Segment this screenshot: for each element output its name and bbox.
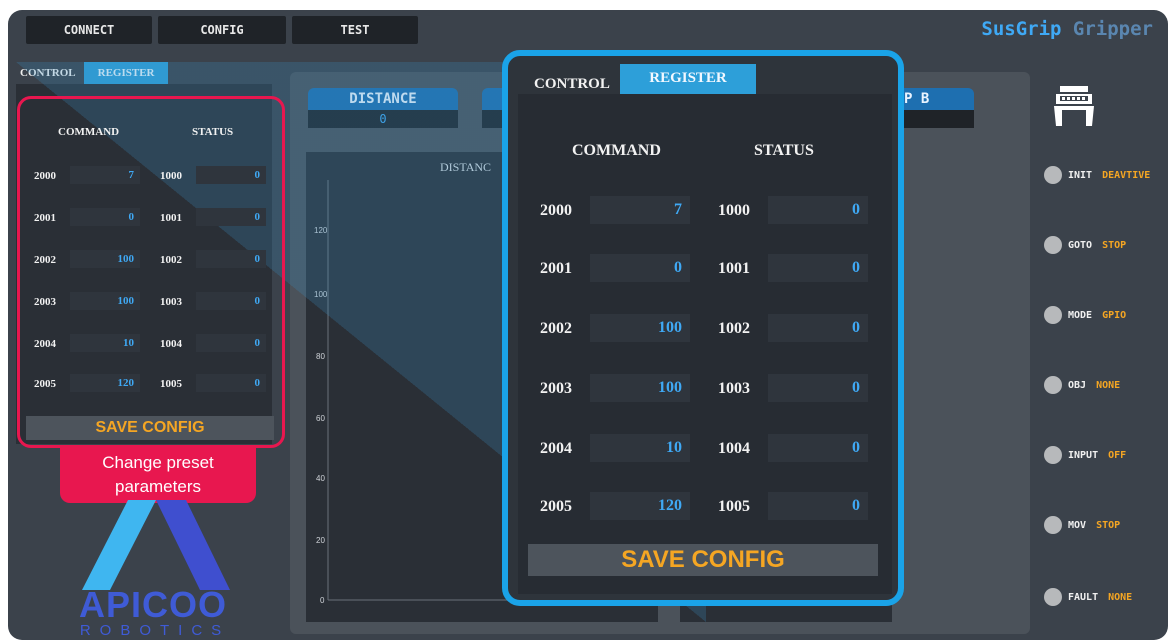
status-indicator-dot: [1044, 236, 1062, 254]
command-value-input[interactable]: 120: [590, 492, 690, 520]
status-value: 0: [768, 196, 868, 224]
test-button[interactable]: TEST: [292, 16, 418, 44]
status-value: STOP: [1096, 519, 1121, 531]
y-tick-120: 120: [314, 226, 328, 235]
distance-metric: DISTANCE 0: [308, 88, 458, 128]
gripper-icon: [1054, 86, 1094, 126]
b-metric-label: P B: [900, 88, 974, 110]
command-value-input[interactable]: 100: [590, 374, 690, 402]
command-value-input[interactable]: 7: [590, 196, 690, 224]
b-metric: P B: [900, 88, 974, 128]
status-indicator-dot: [1044, 446, 1062, 464]
chart-title-left: DISTANC: [440, 160, 492, 174]
status-indicator-dot: [1044, 588, 1062, 606]
command-id: 2005: [540, 498, 572, 515]
status-value: 0: [768, 374, 868, 402]
status-input: INPUT OFF: [1044, 446, 1126, 464]
y-tick-100: 100: [314, 290, 328, 299]
status-value: 0: [768, 254, 868, 282]
command-value-input[interactable]: 10: [590, 434, 690, 462]
y-tick-40: 40: [316, 474, 325, 483]
config-button[interactable]: CONFIG: [158, 16, 286, 44]
status-key: MOV: [1068, 519, 1087, 531]
left-tabs: CONTROL REGISTER: [16, 62, 169, 84]
status-key: FAULT: [1068, 591, 1099, 603]
status-value: 0: [768, 492, 868, 520]
status-indicator-dot: [1044, 376, 1062, 394]
callout-label: Change preset parameters: [60, 445, 256, 503]
command-value-input[interactable]: 100: [590, 314, 690, 342]
brand-name-part1: SusGrip: [981, 18, 1062, 40]
status-value: GPIO: [1102, 309, 1127, 321]
b-metric-value: [900, 110, 974, 128]
callout-line-1: Change preset: [102, 453, 214, 472]
y-tick-80: 80: [316, 352, 325, 361]
status-indicator-dot: [1044, 516, 1062, 534]
status-mov: MOV STOP: [1044, 516, 1120, 534]
status-key: INIT: [1068, 169, 1093, 181]
status-value: STOP: [1102, 239, 1127, 251]
status-id: 1000: [718, 202, 750, 219]
status-key: INPUT: [1068, 449, 1099, 461]
column-header-command: COMMAND: [572, 142, 661, 159]
status-goto: GOTO STOP: [1044, 236, 1126, 254]
tab-register[interactable]: REGISTER: [83, 62, 169, 84]
column-header-status: STATUS: [754, 142, 814, 159]
logo-name: APICOO: [78, 584, 227, 625]
status-obj: OBJ NONE: [1044, 376, 1120, 394]
tab-register[interactable]: REGISTER: [620, 64, 756, 98]
command-id: 2002: [540, 320, 572, 337]
logo-subtitle: ROBOTICS: [79, 622, 231, 639]
status-key: MODE: [1068, 309, 1093, 321]
status-value: OFF: [1108, 449, 1127, 461]
command-id: 2000: [540, 202, 572, 219]
status-mode: MODE GPIO: [1044, 306, 1126, 324]
status-id: 1004: [718, 440, 750, 457]
status-fault: FAULT NONE: [1044, 588, 1132, 606]
status-value: 0: [768, 314, 868, 342]
distance-value: 0: [308, 110, 458, 128]
brand-name-part2: Gripper: [1072, 18, 1153, 40]
status-indicator-dot: [1044, 166, 1062, 184]
command-value-input[interactable]: 0: [590, 254, 690, 282]
status-value: 0: [768, 434, 868, 462]
distance-label: DISTANCE: [308, 88, 458, 110]
status-id: 1002: [718, 320, 750, 337]
connect-button[interactable]: CONNECT: [26, 16, 152, 44]
status-init: INIT DEAVTIVE: [1044, 166, 1150, 184]
callout-line-2: parameters: [115, 477, 201, 496]
brand-title: SusGrip Gripper: [981, 18, 1153, 40]
status-id: 1005: [718, 498, 750, 515]
command-id: 2003: [540, 380, 572, 397]
y-tick-20: 20: [316, 536, 325, 545]
status-value: NONE: [1108, 591, 1133, 603]
status-value: DEAVTIVE: [1102, 169, 1151, 181]
status-key: OBJ: [1068, 379, 1087, 391]
status-value: NONE: [1096, 379, 1121, 391]
status-id: 1003: [718, 380, 750, 397]
tab-control[interactable]: CONTROL: [16, 62, 84, 84]
save-config-button[interactable]: SAVE CONFIG: [528, 544, 878, 576]
command-id: 2004: [540, 440, 572, 457]
status-key: GOTO: [1068, 239, 1093, 251]
status-id: 1001: [718, 260, 750, 277]
tab-control[interactable]: CONTROL: [534, 76, 610, 93]
y-tick-0: 0: [320, 596, 325, 605]
y-tick-60: 60: [316, 414, 325, 423]
zoomed-register-panel: CONTROL REGISTER COMMAND STATUS 2000 7 1…: [502, 50, 904, 606]
command-id: 2001: [540, 260, 572, 277]
apicoo-logo-icon: [82, 500, 230, 590]
status-indicator-dot: [1044, 306, 1062, 324]
highlight-frame: [17, 96, 285, 448]
